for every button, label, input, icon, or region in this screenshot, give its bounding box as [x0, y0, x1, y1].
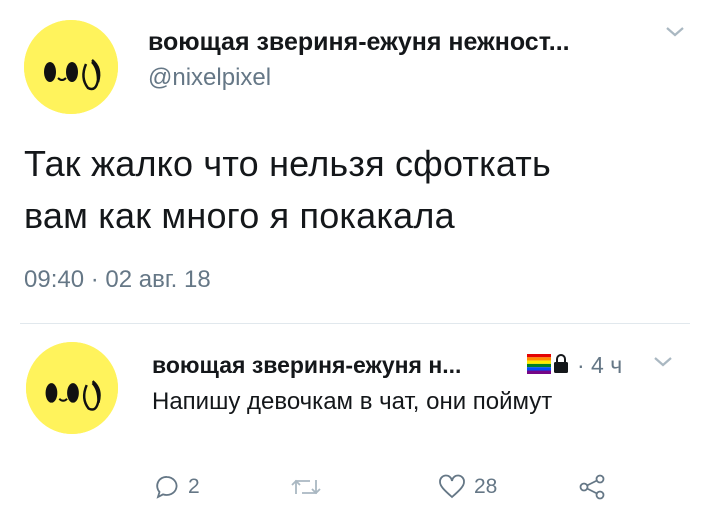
- display-name[interactable]: воющая звериня-ежуня нежност...: [148, 28, 570, 57]
- divider: [20, 323, 690, 324]
- reply-button[interactable]: 2: [154, 474, 200, 500]
- reply-display-name[interactable]: воющая звериня-ежуня н...: [152, 352, 461, 379]
- avatar-face-icon: [26, 342, 118, 434]
- share-icon: [579, 474, 605, 500]
- chevron-down-icon[interactable]: [664, 24, 686, 45]
- avatar-face-icon: [24, 20, 118, 114]
- lock-icon: [553, 354, 569, 379]
- like-button[interactable]: 28: [438, 474, 497, 500]
- chevron-down-icon[interactable]: [652, 354, 674, 375]
- like-count: 28: [474, 475, 498, 498]
- retweet-icon: [291, 479, 321, 495]
- reply-time[interactable]: · 4 ч: [577, 352, 622, 379]
- reply-avatar[interactable]: [26, 342, 118, 434]
- reply-icon: [156, 476, 178, 499]
- tweet-text-line-1: Так жалко что нельзя сфоткать: [24, 143, 551, 184]
- rainbow-flag-icon: [527, 354, 551, 379]
- reply-count: 2: [188, 475, 200, 498]
- avatar[interactable]: [24, 20, 118, 114]
- share-button[interactable]: [578, 474, 606, 500]
- retweet-button[interactable]: [290, 474, 330, 500]
- heart-icon: [439, 474, 465, 499]
- reply-text: Напишу девочкам в чат, они поймут: [152, 388, 553, 415]
- timestamp[interactable]: 09:40 · 02 авг. 18: [24, 266, 211, 294]
- handle[interactable]: @nixelpixel: [148, 64, 271, 92]
- tweet-text-line-2: вам как много я покакала: [24, 195, 455, 236]
